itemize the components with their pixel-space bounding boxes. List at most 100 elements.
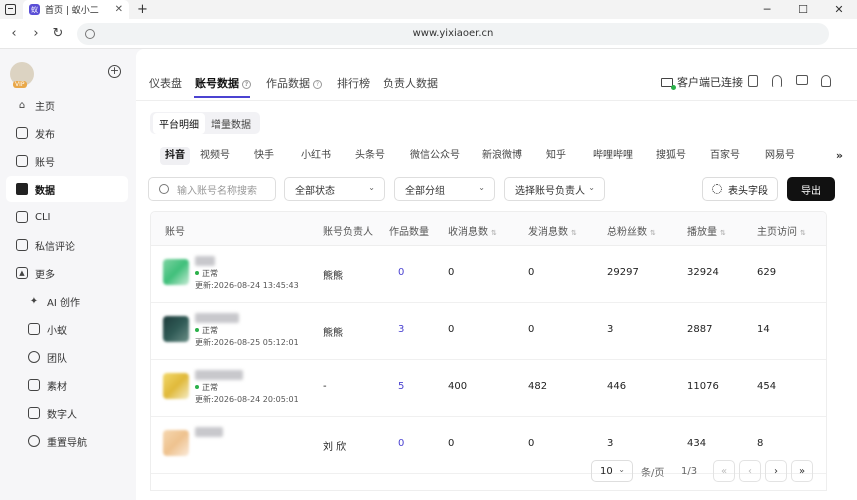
status-dot bbox=[195, 271, 199, 275]
minimize-button[interactable]: ─ bbox=[749, 0, 785, 19]
avatar[interactable]: VIP bbox=[10, 62, 34, 88]
table-row[interactable]: 正常 更新:2026-08-24 13:45:43 熊熊 0 0 0 29297… bbox=[151, 246, 826, 303]
more-platforms-icon[interactable]: » bbox=[836, 147, 843, 165]
sidebar-item-publish[interactable]: 发布 bbox=[6, 120, 128, 146]
cell-works[interactable]: 5 bbox=[398, 381, 404, 392]
bell-icon[interactable] bbox=[821, 75, 831, 87]
active-tab-underline bbox=[194, 96, 250, 98]
browser-tab[interactable]: 蚁 首页 | 蚁小二 ✕ bbox=[23, 0, 129, 19]
cell-owner: 熊熊 bbox=[323, 271, 343, 282]
platform-tab-baijiahao[interactable]: 百家号 bbox=[710, 147, 740, 165]
export-button[interactable]: 导出 bbox=[787, 177, 835, 201]
url-field[interactable]: www.yixiaoer.cn bbox=[77, 22, 829, 45]
sort-icon[interactable]: ⇅ bbox=[571, 229, 577, 237]
page-size-select[interactable]: 10 ⌄ bbox=[591, 460, 633, 482]
sort-icon[interactable]: ⇅ bbox=[800, 229, 806, 237]
group-select[interactable]: 全部分组 ⌄ bbox=[394, 177, 495, 201]
subtab-switch: 平台明细 增量数据 bbox=[150, 112, 260, 134]
account-name-blurred bbox=[195, 370, 243, 380]
sort-icon[interactable]: ⇅ bbox=[650, 229, 656, 237]
first-page-button[interactable]: « bbox=[713, 460, 735, 482]
platform-tab-shipinhao[interactable]: 视频号 bbox=[200, 147, 230, 165]
sidebar-item-reset-nav[interactable]: 重置导航 bbox=[6, 428, 128, 454]
col-header-visits[interactable]: 主页访问 ⇅ bbox=[757, 223, 806, 238]
col-header-sent[interactable]: 发消息数 ⇅ bbox=[528, 223, 577, 238]
sidebar-item-home[interactable]: ⌂ 主页 bbox=[6, 92, 128, 118]
platform-tab-wechat-mp[interactable]: 微信公众号 bbox=[410, 147, 460, 165]
sidebar-item-digital-human[interactable]: 数字人 bbox=[6, 400, 128, 426]
table-header: 账号 账号负责人 作品数量 收消息数 ⇅ 发消息数 ⇅ 总粉丝数 ⇅ 播放量 ⇅ 主页访… bbox=[151, 212, 826, 246]
maximize-button[interactable]: ☐ bbox=[785, 0, 821, 19]
search-input[interactable]: 输入账号名称搜索 bbox=[148, 177, 276, 201]
tab-account-data[interactable]: 账号数据? bbox=[195, 75, 251, 91]
add-circle-icon[interactable]: + bbox=[108, 65, 121, 78]
prev-page-button[interactable]: ‹ bbox=[739, 460, 761, 482]
sidebar-item-team[interactable]: 团队 bbox=[6, 344, 128, 370]
sidebar-item-label: 私信评论 bbox=[35, 241, 75, 253]
sidebar-item-material[interactable]: 素材 bbox=[6, 372, 128, 398]
col-header-plays[interactable]: 播放量 ⇅ bbox=[687, 223, 726, 238]
sort-icon[interactable]: ⇅ bbox=[491, 229, 497, 237]
cell-works[interactable]: 0 bbox=[398, 267, 404, 278]
sidebar-item-comments[interactable]: 私信评论 bbox=[6, 232, 128, 258]
sidebar-menu: ⌂ 主页 发布 账号 数据 CLI 私信评论 ▲ 更多 ✦ AI 创作 小蚁 团队 素… bbox=[6, 92, 128, 456]
table-row[interactable]: 正常 更新:2026-08-24 20:05:01 - 5 400 482 44… bbox=[151, 360, 826, 417]
cell-sent: 0 bbox=[528, 324, 535, 335]
headset-icon[interactable] bbox=[772, 75, 782, 87]
col-header-recv[interactable]: 收消息数 ⇅ bbox=[448, 223, 497, 238]
tab-owner-data[interactable]: 负责人数据 bbox=[383, 75, 438, 91]
help-icon[interactable]: ? bbox=[242, 80, 251, 89]
client-status[interactable]: 客户端已连接 bbox=[661, 74, 743, 90]
sidebar-item-label: 账号 bbox=[35, 157, 55, 169]
platform-tab-weibo[interactable]: 新浪微博 bbox=[482, 147, 522, 165]
cell-plays: 32924 bbox=[687, 267, 719, 278]
last-page-button[interactable]: » bbox=[791, 460, 813, 482]
cell-fans: 3 bbox=[607, 324, 614, 335]
close-window-button[interactable]: ✕ bbox=[821, 0, 857, 19]
cell-plays: 11076 bbox=[687, 381, 719, 392]
cell-fans: 3 bbox=[607, 438, 614, 449]
cell-works[interactable]: 0 bbox=[398, 438, 404, 449]
help-icon[interactable]: ? bbox=[313, 80, 322, 89]
platform-tab-zhihu[interactable]: 知乎 bbox=[546, 147, 566, 165]
platform-tab-sohu[interactable]: 搜狐号 bbox=[656, 147, 686, 165]
platform-tab-xiaohongshu[interactable]: 小红书 bbox=[301, 147, 331, 165]
book-icon[interactable] bbox=[796, 75, 808, 85]
forward-icon[interactable]: › bbox=[25, 26, 47, 41]
pagination: 10 ⌄ 条/页 1/3 « ‹ › » bbox=[591, 460, 813, 482]
status-select[interactable]: 全部状态 ⌄ bbox=[284, 177, 385, 201]
phone-icon[interactable] bbox=[748, 75, 758, 87]
next-page-button[interactable]: › bbox=[765, 460, 787, 482]
column-settings-button[interactable]: 表头字段 bbox=[702, 177, 778, 201]
sidebar-item-data[interactable]: 数据 bbox=[6, 176, 128, 202]
platform-tab-bilibili[interactable]: 哔哩哔哩 bbox=[593, 147, 633, 165]
table-row[interactable]: 正常 更新:2026-08-25 05:12:01 熊熊 3 0 0 3 288… bbox=[151, 303, 826, 360]
sidebar-item-cli[interactable]: CLI bbox=[6, 204, 128, 230]
sidebar-item-more[interactable]: ▲ 更多 bbox=[6, 260, 128, 286]
subtab-incremental[interactable]: 增量数据 bbox=[205, 113, 257, 134]
window-menu-icon[interactable] bbox=[5, 4, 16, 15]
back-icon[interactable]: ‹ bbox=[3, 26, 25, 41]
new-tab-button[interactable]: + bbox=[137, 2, 148, 17]
platform-tab-toutiao[interactable]: 头条号 bbox=[355, 147, 385, 165]
account-avatar bbox=[163, 259, 189, 285]
tab-ranking[interactable]: 排行榜 bbox=[337, 75, 370, 91]
sidebar-item-ant[interactable]: 小蚁 bbox=[6, 316, 128, 342]
cell-fans: 29297 bbox=[607, 267, 639, 278]
reload-icon[interactable]: ↻ bbox=[47, 26, 69, 41]
status-text: 正常 bbox=[202, 326, 218, 335]
sort-icon[interactable]: ⇅ bbox=[720, 229, 726, 237]
tab-dashboard[interactable]: 仪表盘 bbox=[149, 75, 182, 91]
platform-tab-douyin[interactable]: 抖音 bbox=[160, 147, 190, 165]
platform-tab-kuaishou[interactable]: 快手 bbox=[254, 147, 274, 165]
platform-tab-netease[interactable]: 网易号 bbox=[765, 147, 795, 165]
cell-works[interactable]: 3 bbox=[398, 324, 404, 335]
subtab-platform-detail[interactable]: 平台明细 bbox=[153, 112, 205, 134]
tab-works-data[interactable]: 作品数据? bbox=[266, 75, 322, 91]
col-header-fans[interactable]: 总粉丝数 ⇅ bbox=[607, 223, 656, 238]
sidebar-item-account[interactable]: 账号 bbox=[6, 148, 128, 174]
tab-close-icon[interactable]: ✕ bbox=[115, 4, 123, 15]
sidebar-item-ai[interactable]: ✦ AI 创作 bbox=[6, 288, 128, 314]
publish-icon bbox=[16, 127, 28, 139]
owner-select[interactable]: 选择账号负责人 ⌄ bbox=[504, 177, 605, 201]
